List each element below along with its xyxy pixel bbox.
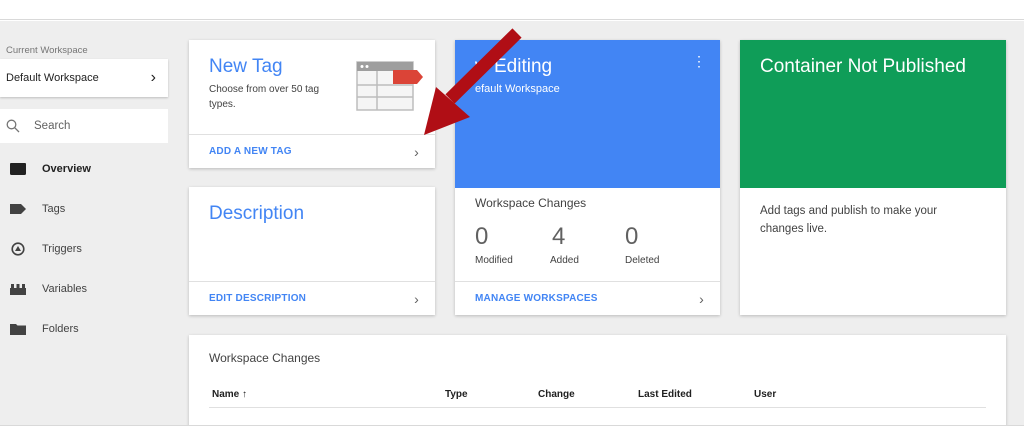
sidebar-item-triggers[interactable]: Triggers bbox=[0, 229, 168, 269]
stat-value: 4 bbox=[552, 223, 566, 250]
browser-bottom-bar bbox=[0, 425, 1024, 442]
now-editing-header: w Editing efault Workspace ⋮ bbox=[455, 40, 720, 188]
search-icon bbox=[6, 119, 20, 133]
new-tag-card: New Tag Choose from over 50 tag types. A… bbox=[189, 40, 435, 168]
workspace-name: Default Workspace bbox=[6, 72, 99, 84]
publish-status-header: Container Not Published bbox=[740, 40, 1006, 188]
chevron-right-icon: › bbox=[414, 290, 419, 307]
manage-workspaces-label: MANAGE WORKSPACES bbox=[475, 293, 598, 304]
current-workspace-label: Current Workspace bbox=[6, 45, 88, 56]
column-header-user[interactable]: User bbox=[754, 389, 776, 400]
stat-value: 0 bbox=[625, 223, 639, 250]
app-area: Current Workspace Default Workspace › Ov… bbox=[0, 21, 1024, 425]
stat-deleted: 0 Deleted bbox=[625, 223, 659, 266]
add-new-tag-link[interactable]: ADD A NEW TAG › bbox=[189, 134, 435, 168]
stat-added: 4 Added bbox=[550, 223, 579, 266]
container-not-published-card: Container Not Published Add tags and pub… bbox=[740, 40, 1006, 315]
publish-message: Add tags and publish to make your change… bbox=[760, 205, 938, 235]
sidebar-item-label: Tags bbox=[42, 203, 66, 215]
column-header-last-edited[interactable]: Last Edited bbox=[638, 389, 692, 400]
description-title: Description bbox=[209, 203, 305, 224]
sidebar-item-label: Overview bbox=[42, 163, 91, 175]
add-new-tag-label: ADD A NEW TAG bbox=[209, 146, 292, 157]
stat-label: Modified bbox=[475, 255, 513, 266]
stat-label: Added bbox=[550, 255, 579, 266]
variables-icon bbox=[10, 282, 26, 296]
sidebar-item-label: Folders bbox=[42, 323, 79, 335]
search-input[interactable] bbox=[34, 120, 154, 132]
sidebar-item-label: Triggers bbox=[42, 243, 82, 255]
edit-description-label: EDIT DESCRIPTION bbox=[209, 293, 307, 304]
edit-description-link[interactable]: EDIT DESCRIPTION › bbox=[189, 281, 435, 315]
new-tag-title: New Tag bbox=[209, 56, 283, 77]
now-editing-title: w Editing bbox=[475, 56, 553, 77]
sidebar-nav: Overview Tags Triggers Variables Folders bbox=[0, 149, 168, 349]
overview-icon bbox=[10, 162, 26, 176]
stat-value: 0 bbox=[475, 223, 489, 250]
browser-top-bar bbox=[0, 0, 1024, 20]
chevron-right-icon: › bbox=[414, 143, 419, 160]
stat-modified: 0 Modified bbox=[475, 223, 513, 266]
chevron-right-icon: › bbox=[150, 69, 156, 86]
stat-label: Deleted bbox=[625, 255, 660, 266]
manage-workspaces-link[interactable]: MANAGE WORKSPACES › bbox=[455, 281, 720, 315]
sidebar-item-tags[interactable]: Tags bbox=[0, 189, 168, 229]
sidebar-item-variables[interactable]: Variables bbox=[0, 269, 168, 309]
more-vert-icon[interactable]: ⋮ bbox=[692, 54, 706, 68]
sidebar-item-label: Variables bbox=[42, 283, 88, 295]
table-divider bbox=[209, 407, 986, 408]
column-header-name[interactable]: Name ↑ bbox=[212, 389, 247, 400]
trigger-icon bbox=[10, 242, 26, 256]
description-card: Description EDIT DESCRIPTION › bbox=[189, 187, 435, 315]
table-title: Workspace Changes bbox=[209, 351, 321, 365]
column-header-change[interactable]: Change bbox=[538, 389, 575, 400]
sidebar-item-overview[interactable]: Overview bbox=[0, 149, 168, 189]
sidebar-item-folders[interactable]: Folders bbox=[0, 309, 168, 349]
tag-icon bbox=[10, 202, 26, 216]
folder-icon bbox=[10, 322, 26, 336]
workspace-selector[interactable]: Default Workspace › bbox=[0, 59, 168, 97]
new-tag-description: Choose from over 50 tag types. bbox=[209, 84, 320, 110]
now-editing-workspace: efault Workspace bbox=[475, 83, 560, 95]
chevron-right-icon: › bbox=[699, 290, 704, 307]
workspace-changes-title: Workspace Changes bbox=[475, 196, 587, 210]
sidebar-search[interactable] bbox=[0, 109, 168, 143]
workspace-changes-table: Workspace Changes Name ↑ Type Change Las… bbox=[189, 335, 1006, 425]
now-editing-card: w Editing efault Workspace ⋮ Workspace C… bbox=[455, 40, 720, 315]
publish-status-title: Container Not Published bbox=[760, 56, 966, 77]
column-header-type[interactable]: Type bbox=[445, 389, 468, 400]
tag-illustration-icon bbox=[356, 61, 423, 111]
